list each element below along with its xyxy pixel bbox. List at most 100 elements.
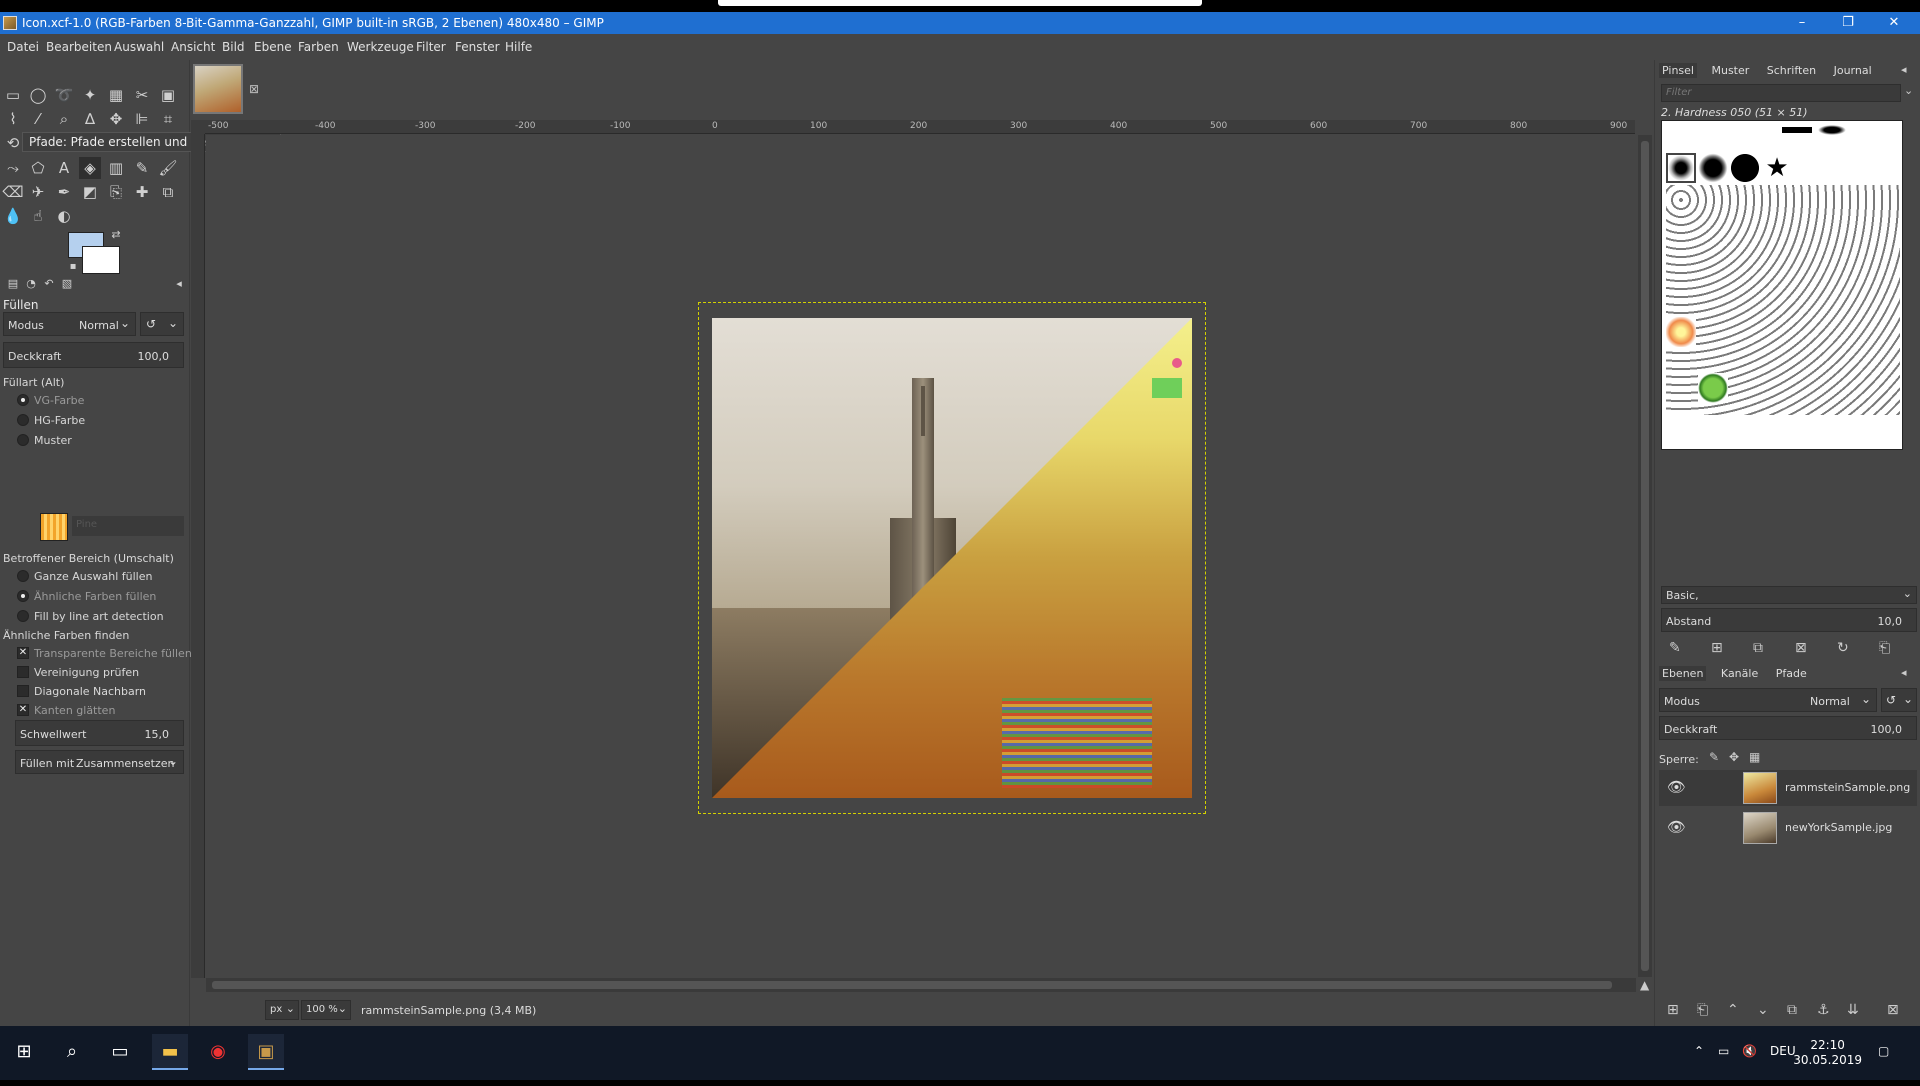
lower-layer-icon[interactable]: ⌄: [1757, 1002, 1769, 1018]
brush-hardness-075[interactable]: [1698, 153, 1728, 183]
diagonal-checkbox[interactable]: [17, 685, 29, 697]
configure-layers-icon[interactable]: ◂: [1901, 666, 1907, 679]
fill-selection-radio[interactable]: [17, 570, 29, 582]
tab-patterns[interactable]: Muster: [1708, 63, 1752, 78]
vertical-scroll-thumb[interactable]: [1641, 141, 1649, 971]
image-canvas[interactable]: [712, 318, 1192, 798]
tab-channels[interactable]: Kanäle: [1718, 666, 1761, 681]
menu-datei[interactable]: Datei: [7, 40, 39, 54]
airbrush-icon[interactable]: ✈: [27, 181, 49, 203]
lock-alpha-icon[interactable]: ▦: [1749, 750, 1760, 764]
antialias-checkbox[interactable]: ✕: [17, 704, 29, 716]
tab-brushes[interactable]: Pinsel: [1659, 63, 1697, 78]
new-layer-icon[interactable]: ⊞: [1667, 1002, 1679, 1018]
lock-position-icon[interactable]: ✥: [1729, 750, 1739, 764]
vivaldi-icon[interactable]: ◉: [200, 1034, 236, 1070]
brush-pepper[interactable]: [1698, 373, 1728, 403]
layer-row[interactable]: 👁 newYorkSample.jpg: [1659, 810, 1917, 846]
horizontal-scrollbar[interactable]: [206, 978, 1636, 992]
background-color[interactable]: [82, 246, 120, 274]
brush-hardness-100[interactable]: [1730, 153, 1760, 183]
smudge-icon[interactable]: ☝: [27, 205, 49, 227]
menu-filter[interactable]: Filter: [416, 40, 446, 54]
fill-with-dropdown[interactable]: Füllen mit Zusammensetzen ⌄: [15, 750, 184, 774]
configure-tab-icon[interactable]: ◂: [168, 273, 190, 295]
tab-journal[interactable]: Journal: [1831, 63, 1875, 78]
lasso-icon[interactable]: ➰: [53, 84, 75, 106]
brush-grid[interactable]: ★: [1661, 120, 1903, 450]
image-tab-thumbnail[interactable]: [193, 64, 243, 114]
menu-bearbeiten[interactable]: Bearbeiten: [46, 40, 112, 54]
mode-dropdown[interactable]: Modus Normal ⌄: [3, 312, 136, 336]
navigate-icon[interactable]: ▲: [1640, 978, 1649, 992]
menu-ebene[interactable]: Ebene: [254, 40, 292, 54]
layer-opacity-slider[interactable]: Deckkraft 100,0: [1659, 716, 1917, 740]
layer-row[interactable]: 👁 rammsteinSample.png: [1659, 770, 1917, 806]
images-tab-icon[interactable]: ▧: [56, 273, 78, 295]
opacity-slider[interactable]: Deckkraft 100,0: [3, 342, 184, 368]
transparent-checkbox[interactable]: ✕: [17, 647, 29, 659]
new-layer-group-icon[interactable]: ⎗: [1697, 1002, 1708, 1018]
bucket-fill-icon[interactable]: ◈: [79, 157, 101, 179]
fill-fg-radio[interactable]: [17, 394, 29, 406]
minimize-button[interactable]: –: [1782, 14, 1822, 32]
lock-pixels-icon[interactable]: ✎: [1709, 750, 1719, 764]
menu-bild[interactable]: Bild: [222, 40, 245, 54]
edit-brush-icon[interactable]: ✎: [1669, 640, 1681, 656]
dodge-burn-icon[interactable]: ◐: [53, 205, 75, 227]
vertical-scrollbar[interactable]: [1638, 135, 1652, 977]
transform-icon[interactable]: ⟲: [2, 132, 24, 154]
paths-tool-icon[interactable]: ⌇: [2, 108, 24, 130]
foreground-select-icon[interactable]: ▣: [157, 84, 179, 106]
gimp-taskbar-icon[interactable]: ▣: [248, 1034, 284, 1070]
layer-mode-dropdown[interactable]: Modus Normal ⌄: [1659, 688, 1877, 712]
pattern-name-field[interactable]: Pine: [72, 516, 184, 536]
clock[interactable]: 22:10 30.05.2019: [1793, 1038, 1862, 1068]
brush-line[interactable]: [1782, 127, 1812, 133]
window-handle[interactable]: [718, 0, 1202, 6]
open-brush-folder-icon[interactable]: ⎗: [1879, 640, 1890, 656]
horizontal-ruler[interactable]: -500 -400 -300 -200 -100 0 100 200 300 4…: [205, 120, 1635, 134]
raise-layer-icon[interactable]: ⌃: [1727, 1002, 1739, 1018]
align-icon[interactable]: ⊫: [131, 108, 153, 130]
ink-icon[interactable]: ✒: [53, 181, 75, 203]
tab-paths[interactable]: Pfade: [1773, 666, 1810, 681]
delete-brush-icon[interactable]: ⊠: [1795, 640, 1807, 656]
menu-ansicht[interactable]: Ansicht: [171, 40, 215, 54]
menu-hilfe[interactable]: Hilfe: [505, 40, 532, 54]
ellipse-select-icon[interactable]: ◯: [27, 84, 49, 106]
windows-start-icon[interactable]: ⊞: [6, 1034, 42, 1070]
brush-ellipse[interactable]: [1818, 125, 1846, 135]
file-explorer-icon[interactable]: ▬: [152, 1034, 188, 1070]
brush-star-icon[interactable]: ★: [1762, 153, 1792, 183]
pattern-swatch[interactable]: [40, 513, 68, 541]
sample-merged-checkbox[interactable]: [17, 666, 29, 678]
color-select-icon[interactable]: ▦: [105, 84, 127, 106]
mypaint-icon[interactable]: ◩: [79, 181, 101, 203]
pencil-icon[interactable]: ✎: [131, 157, 153, 179]
perspective-clone-icon[interactable]: ⧉: [157, 181, 179, 203]
fill-bg-radio[interactable]: [17, 414, 29, 426]
maximize-button[interactable]: ❐: [1828, 14, 1868, 32]
fill-pattern-radio[interactable]: [17, 434, 29, 446]
warp-icon[interactable]: ⤳: [2, 157, 24, 179]
ruler-corner[interactable]: [191, 120, 205, 134]
eye-icon[interactable]: 👁: [1667, 778, 1687, 796]
menu-auswahl[interactable]: Auswahl: [114, 40, 164, 54]
zoom-icon[interactable]: ⌕: [53, 108, 75, 130]
spacing-slider[interactable]: Abstand 10,0: [1661, 608, 1917, 632]
fill-similar-radio[interactable]: [17, 590, 29, 602]
search-icon[interactable]: ⌕: [54, 1034, 90, 1070]
tab-fonts[interactable]: Schriften: [1764, 63, 1819, 78]
horizontal-scroll-thumb[interactable]: [212, 981, 1612, 989]
vertical-ruler[interactable]: [191, 134, 205, 978]
volume-muted-icon[interactable]: 🔇: [1742, 1044, 1757, 1058]
threshold-slider[interactable]: Schwellwert 15,0: [15, 720, 184, 746]
rect-select-icon[interactable]: ▭: [2, 84, 24, 106]
cage-icon[interactable]: ⬠: [27, 157, 49, 179]
anchor-layer-icon[interactable]: ⚓: [1817, 1002, 1830, 1018]
menu-fenster[interactable]: Fenster: [455, 40, 500, 54]
swap-colors-icon[interactable]: ⇄: [105, 224, 127, 246]
tab-layers[interactable]: Ebenen: [1659, 666, 1707, 681]
brush-set-dropdown[interactable]: Basic, ⌄: [1661, 586, 1917, 604]
